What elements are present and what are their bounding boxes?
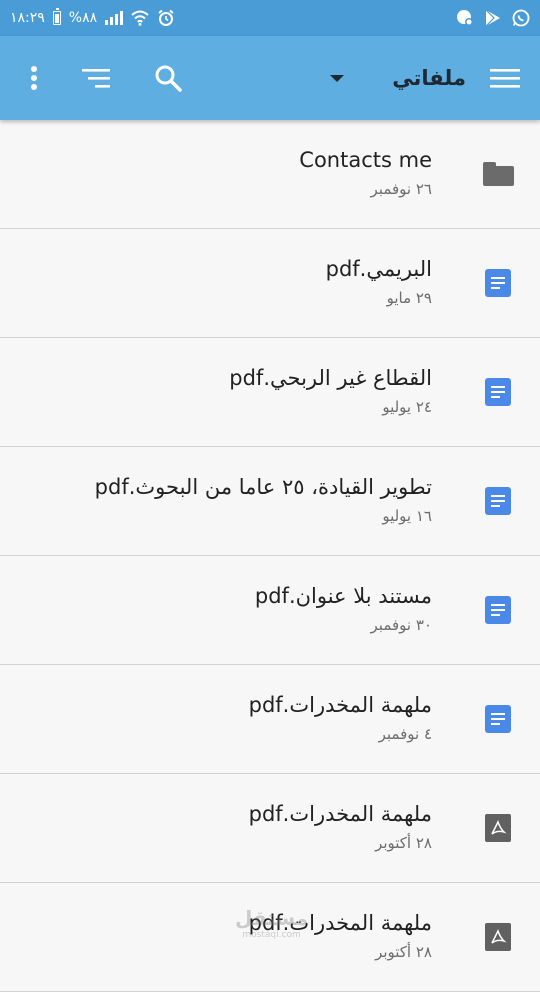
dropdown-icon	[330, 74, 345, 82]
file-name: البريمي.pdf	[325, 257, 432, 281]
signal-icon	[105, 11, 124, 25]
watermark-sub: mostaql.com	[242, 930, 301, 940]
file-name: القطاع غير الربحي.pdf	[229, 366, 432, 390]
play-store-icon	[484, 9, 502, 27]
file-date: ٤ نوفمبر	[378, 725, 432, 743]
file-date: ١٦ يوليو	[382, 507, 432, 525]
title-dropdown[interactable]: ملفاتي	[330, 36, 466, 120]
document-icon	[482, 594, 514, 626]
file-date: ٢٩ مايو	[386, 289, 432, 307]
document-icon	[482, 485, 514, 517]
file-date: ٢٨ أكتوبر	[375, 943, 432, 961]
battery-icon	[52, 8, 61, 25]
folder-icon	[482, 158, 514, 190]
menu-icon[interactable]	[490, 36, 520, 120]
status-left: ١٨:٢٩ %٨٨	[10, 0, 175, 36]
document-icon	[482, 703, 514, 735]
pdf-icon	[482, 812, 514, 844]
sort-icon[interactable]	[78, 36, 114, 120]
list-item[interactable]: البريمي.pdf ٢٩ مايو	[0, 229, 540, 338]
list-item[interactable]: مستند بلا عنوان.pdf ٣٠ نوفمبر	[0, 556, 540, 665]
more-icon[interactable]	[20, 36, 48, 120]
file-name: ملهمة المخدرات.pdf	[248, 693, 432, 717]
file-date: ٢٤ يوليو	[382, 398, 432, 416]
page-title: ملفاتي	[392, 66, 466, 90]
file-name: Contacts me	[299, 148, 432, 172]
list-item[interactable]: تطوير القيادة، ٢٥ عاما من البحوث.pdf ١٦ …	[0, 447, 540, 556]
list-item[interactable]: ملهمة المخدرات.pdf ٢٨ أكتوبر	[0, 774, 540, 883]
document-icon	[482, 267, 514, 299]
app-bar: ملفاتي	[0, 36, 540, 120]
file-date: ٢٨ أكتوبر	[375, 834, 432, 852]
file-name: تطوير القيادة، ٢٥ عاما من البحوث.pdf	[94, 475, 432, 499]
battery-percent: %٨٨	[68, 10, 98, 26]
status-right	[456, 0, 530, 36]
clock: ١٨:٢٩	[10, 10, 45, 26]
file-date: ٢٦ نوفمبر	[370, 180, 432, 198]
file-name: مستند بلا عنوان.pdf	[254, 584, 432, 608]
list-item[interactable]: Contacts me ٢٦ نوفمبر	[0, 120, 540, 229]
list-item[interactable]: ملهمة المخدرات.pdf ٤ نوفمبر	[0, 665, 540, 774]
search-icon[interactable]	[150, 36, 186, 120]
notification-icon	[456, 9, 474, 27]
list-item[interactable]: القطاع غير الربحي.pdf ٢٤ يوليو	[0, 338, 540, 447]
file-date: ٣٠ نوفمبر	[370, 616, 432, 634]
file-list: Contacts me ٢٦ نوفمبر البريمي.pdf ٢٩ ماي…	[0, 120, 540, 992]
watermark-text: مستقل	[235, 906, 309, 930]
status-bar: ١٨:٢٩ %٨٨	[0, 0, 540, 36]
wifi-icon	[131, 9, 149, 27]
whatsapp-icon	[512, 9, 530, 27]
watermark: مستقل mostaql.com	[235, 906, 308, 940]
pdf-icon	[482, 921, 514, 953]
document-icon	[482, 376, 514, 408]
alarm-icon	[157, 9, 175, 27]
file-name: ملهمة المخدرات.pdf	[248, 802, 432, 826]
